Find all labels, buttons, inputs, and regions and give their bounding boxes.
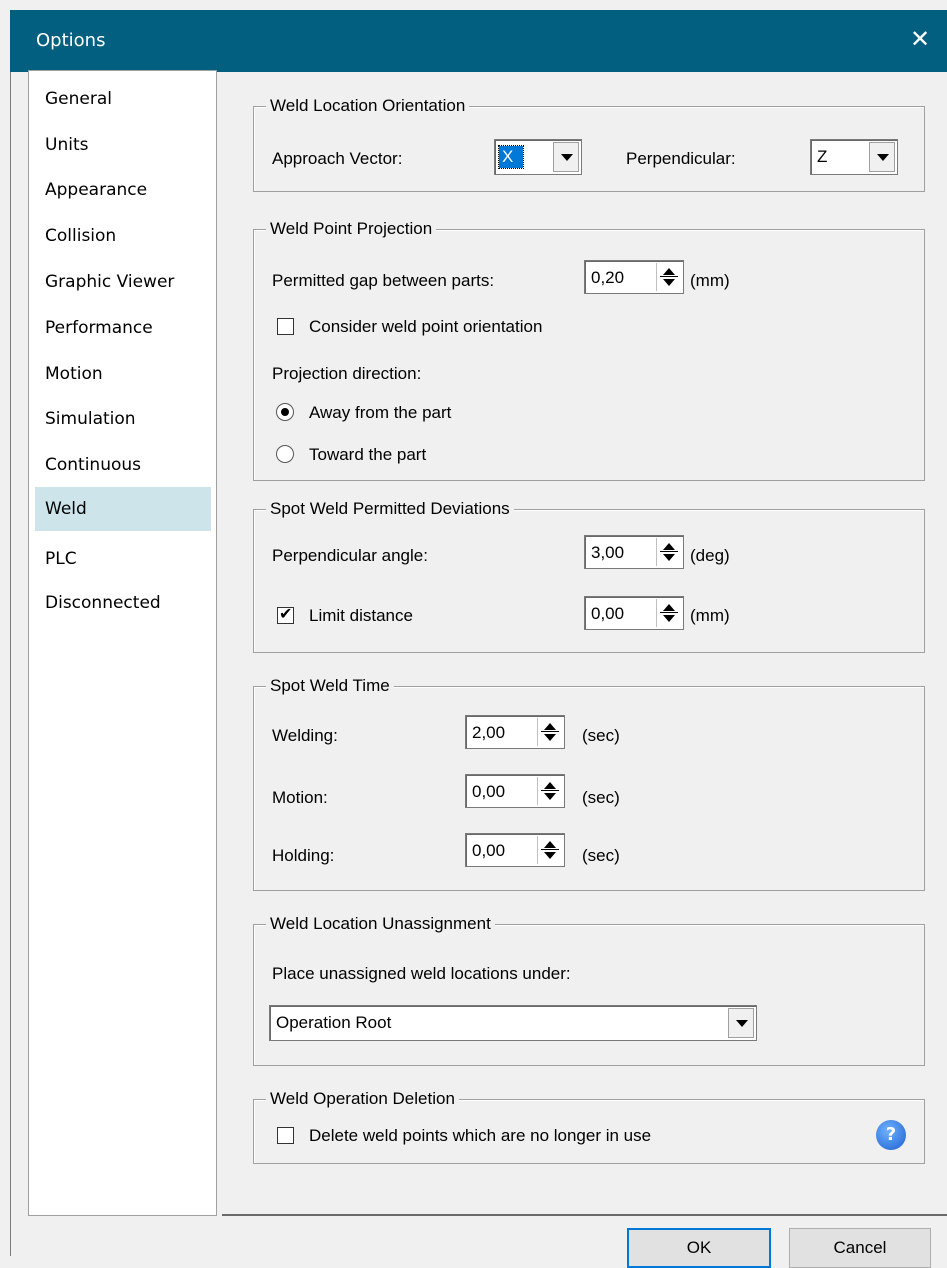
holding-unit: (sec) [582,846,620,865]
group-title: Weld Location Unassignment [266,913,495,935]
window-title: Options [36,30,106,51]
holding-stepper[interactable]: 0,00 [465,833,565,867]
sidebar-item-units[interactable]: Units [35,123,211,167]
sidebar-item-motion[interactable]: Motion [35,352,211,396]
weld-point-projection-group: Weld Point Projection Permitted gap betw… [253,218,925,481]
perpendicular-angle-unit: (deg) [690,546,730,565]
welding-unit: (sec) [582,726,620,745]
sidebar-item-continuous[interactable]: Continuous [35,443,211,487]
limit-distance-stepper[interactable]: 0,00 [584,596,684,630]
group-title: Weld Operation Deletion [266,1088,459,1110]
toward-part-label[interactable]: Toward the part [309,444,426,466]
sidebar-item-collision[interactable]: Collision [35,214,211,258]
spin-arrows-icon[interactable] [537,718,562,746]
perpendicular-angle-value: 3,00 [591,543,625,562]
approach-vector-value: X [497,145,525,169]
place-unassigned-select[interactable]: Operation Root [269,1005,757,1041]
consider-orientation-checkbox[interactable] [277,318,294,335]
perpendicular-angle-label: Perpendicular angle: [272,546,428,565]
perpendicular-select[interactable]: Z [810,139,898,175]
weld-location-orientation-group: Weld Location Orientation Approach Vecto… [253,95,925,192]
chevron-down-icon[interactable] [728,1008,754,1038]
sidebar-item-appearance[interactable]: Appearance [35,168,211,212]
place-unassigned-label: Place unassigned weld locations under: [272,964,571,983]
motion-label: Motion: [272,788,328,807]
welding-label: Welding: [272,726,338,745]
weld-operation-deletion-group: Weld Operation Deletion Delete weld poin… [253,1088,925,1164]
close-icon[interactable]: ✕ [905,24,935,54]
delete-weld-points-checkbox[interactable] [277,1127,294,1144]
ok-button[interactable]: OK [627,1228,771,1268]
consider-orientation-label[interactable]: Consider weld point orientation [309,316,542,338]
chevron-down-icon[interactable] [553,142,579,172]
away-from-part-radio[interactable] [276,403,294,421]
sidebar-item-simulation[interactable]: Simulation [35,397,211,441]
welding-value: 2,00 [472,723,506,742]
sidebar-item-plc[interactable]: PLC [35,537,211,581]
toward-part-radio[interactable] [276,445,294,463]
sidebar-item-performance[interactable]: Performance [35,306,211,350]
sidebar-item-graphic-viewer[interactable]: Graphic Viewer [35,260,211,304]
holding-value: 0,00 [472,841,506,860]
spin-arrows-icon[interactable] [656,538,681,566]
weld-location-unassignment-group: Weld Location Unassignment Place unassig… [253,913,925,1066]
panel-divider [222,1214,947,1219]
spin-arrows-icon[interactable] [537,777,562,805]
spot-weld-deviations-group: Spot Weld Permitted Deviations Perpendic… [253,498,925,653]
group-title: Weld Location Orientation [266,95,470,117]
spin-arrows-icon[interactable] [656,599,681,627]
group-title: Weld Point Projection [266,218,437,240]
projection-direction-label: Projection direction: [272,364,422,383]
limit-distance-checkbox[interactable] [277,604,294,624]
permitted-gap-unit: (mm) [690,271,730,290]
perpendicular-value: Z [817,147,828,166]
chevron-down-icon[interactable] [869,142,895,172]
motion-unit: (sec) [582,788,620,807]
spin-arrows-icon[interactable] [537,836,562,864]
perpendicular-angle-stepper[interactable]: 3,00 [584,535,684,569]
holding-label: Holding: [272,846,335,865]
spot-weld-time-group: Spot Weld Time Welding: 2,00 (sec) Motio… [253,675,925,891]
cancel-button[interactable]: Cancel [789,1228,931,1268]
help-icon[interactable]: ? [876,1120,906,1150]
welding-stepper[interactable]: 2,00 [465,715,565,749]
limit-distance-label[interactable]: Limit distance [309,605,413,627]
delete-weld-points-label[interactable]: Delete weld points which are no longer i… [309,1125,651,1147]
group-title: Spot Weld Permitted Deviations [266,498,514,520]
away-from-part-label[interactable]: Away from the part [309,402,451,424]
window-border [10,72,11,1256]
group-title: Spot Weld Time [266,675,394,697]
permitted-gap-stepper[interactable]: 0,20 [584,260,684,294]
spin-arrows-icon[interactable] [656,263,681,291]
approach-vector-label: Approach Vector: [272,149,403,168]
motion-value: 0,00 [472,782,506,801]
options-category-list: General Units Appearance Collision Graph… [28,70,217,1216]
approach-vector-select[interactable]: X [494,139,582,175]
sidebar-item-weld[interactable]: Weld [35,487,211,531]
place-unassigned-value: Operation Root [276,1013,392,1032]
sidebar-item-general[interactable]: General [35,77,211,121]
title-bar: Options ✕ [10,10,947,72]
sidebar-item-disconnected[interactable]: Disconnected [35,581,211,625]
limit-distance-value: 0,00 [591,604,625,623]
perpendicular-label: Perpendicular: [626,149,736,168]
limit-distance-unit: (mm) [690,606,730,625]
permitted-gap-label: Permitted gap between parts: [272,271,495,290]
permitted-gap-value: 0,20 [591,268,625,287]
motion-stepper[interactable]: 0,00 [465,774,565,808]
